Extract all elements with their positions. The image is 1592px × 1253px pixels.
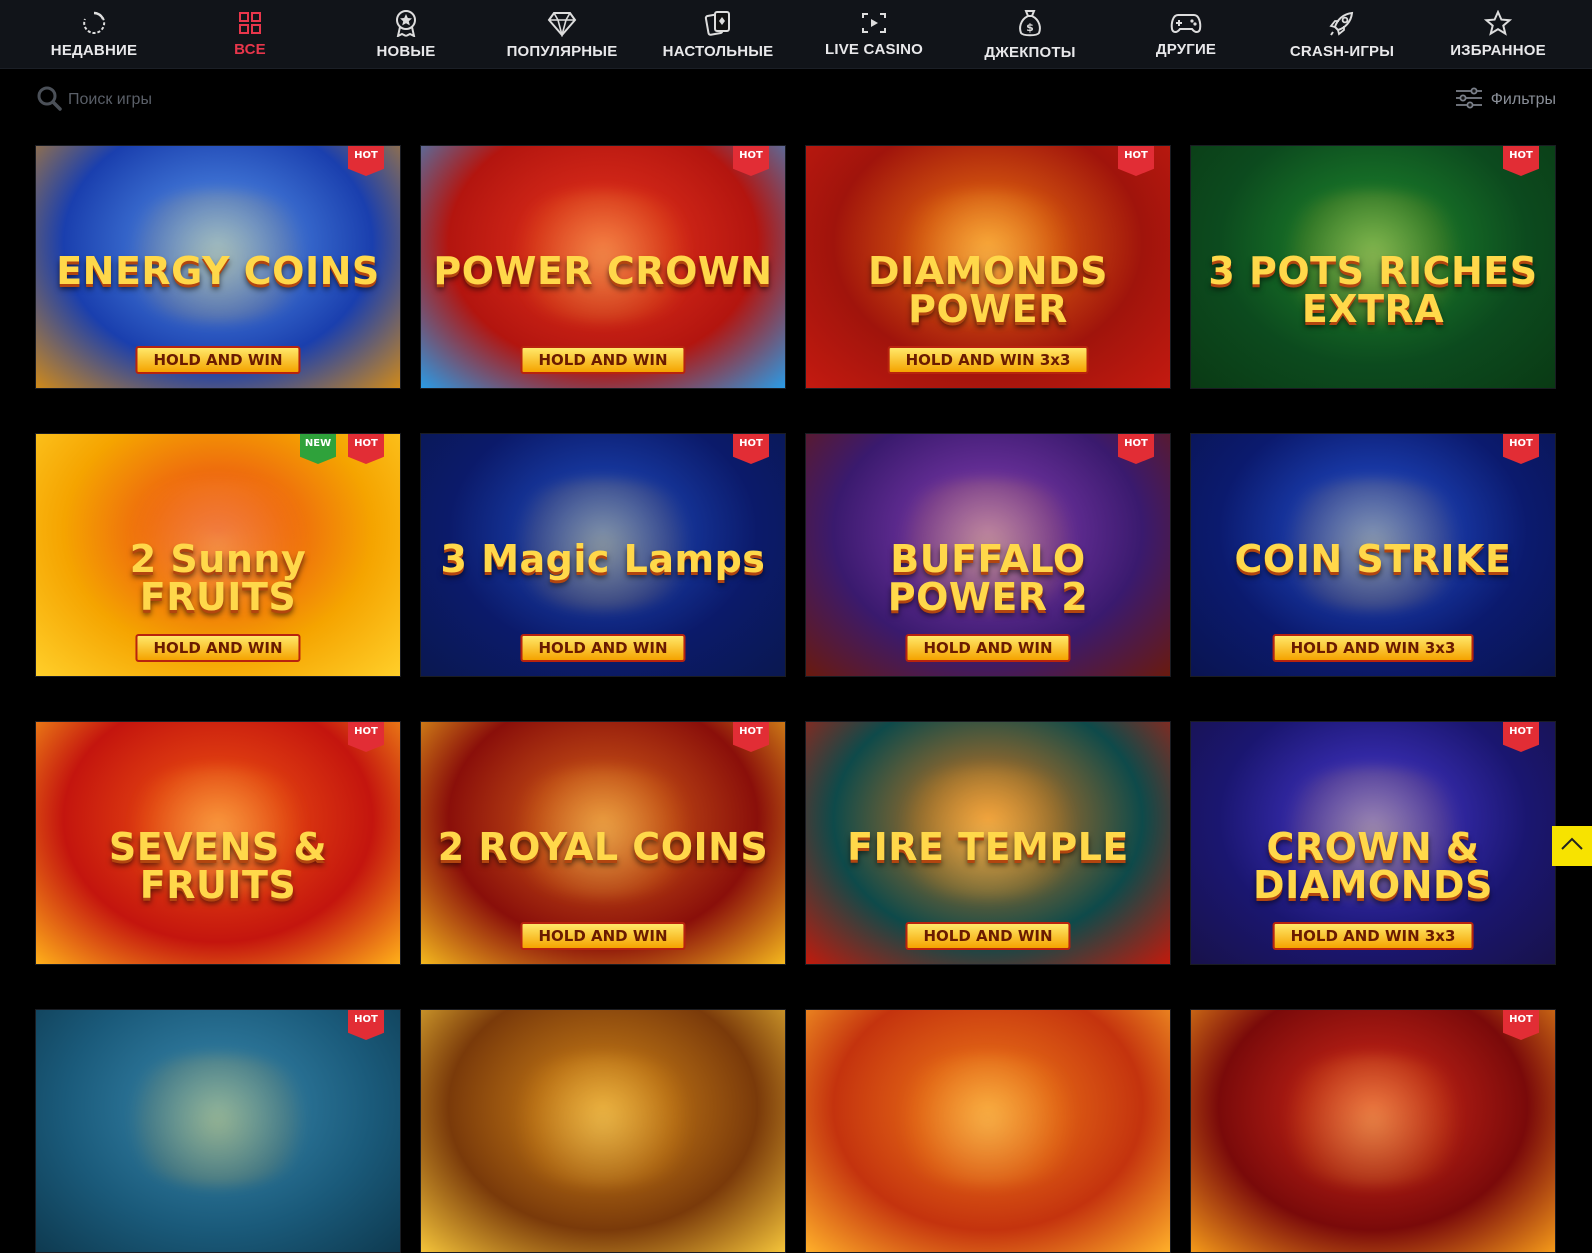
diamond-icon <box>547 9 577 37</box>
game-title: DIAMONDS POWER <box>868 249 1108 332</box>
recent-icon <box>81 10 107 36</box>
game-title: 3 Magic Lamps <box>440 537 766 582</box>
nav-tab-money-bag[interactable]: $ ДЖЕКПОТЫ <box>952 0 1108 68</box>
nav-tab-new-badge[interactable]: НОВЫЕ <box>328 0 484 68</box>
game-card[interactable]: 3 POTS RICHES EXTRA HOT <box>1190 145 1556 389</box>
live-video-icon <box>860 11 888 35</box>
filters-label: Фильтры <box>1490 91 1556 108</box>
nav-tab-label: ДЖЕКПОТЫ <box>984 43 1076 61</box>
game-card[interactable] <box>805 1009 1171 1253</box>
game-subtitle: HOLD AND WIN <box>905 634 1071 662</box>
nav-tab-label: ПОПУЛЯРНЫЕ <box>506 42 618 60</box>
gamepad-icon <box>1170 11 1202 35</box>
game-art <box>1263 1053 1483 1187</box>
scroll-top-button[interactable] <box>1552 826 1592 866</box>
game-card[interactable] <box>420 1009 786 1253</box>
game-card[interactable]: DIAMONDS POWER HOLD AND WIN 3x3 HOT <box>805 145 1171 389</box>
search-input[interactable] <box>68 91 368 109</box>
nav-tab-grid[interactable]: ВСЕ <box>172 0 328 68</box>
search-bar[interactable] <box>36 85 368 116</box>
nav-tab-diamond[interactable]: ПОПУЛЯРНЫЕ <box>484 0 640 68</box>
grid-icon <box>238 11 262 35</box>
game-subtitle: HOLD AND WIN 3x3 <box>887 346 1089 374</box>
game-card[interactable]: 2 Sunny FRUITS HOLD AND WIN NEW HOT <box>35 433 401 677</box>
nav-tab-label: ИЗБРАННОЕ <box>1450 41 1546 59</box>
nav-tab-label: ВСЕ <box>234 40 266 58</box>
nav-tab-cards[interactable]: НАСТОЛЬНЫЕ <box>640 0 796 68</box>
game-title: SEVENS & FRUITS <box>108 825 328 908</box>
game-title: COIN STRIKE <box>1234 537 1512 582</box>
star-icon <box>1484 9 1512 36</box>
nav-tab-star[interactable]: ИЗБРАННОЕ <box>1420 0 1576 68</box>
nav-tab-live-video[interactable]: LIVE CASINO <box>796 0 952 68</box>
game-subtitle: HOLD AND WIN <box>905 922 1071 950</box>
game-card[interactable]: 3 Magic Lamps HOLD AND WIN HOT <box>420 433 786 677</box>
nav-tab-label: LIVE CASINO <box>824 40 924 58</box>
game-title: BUFFALO POWER 2 <box>887 537 1089 620</box>
game-subtitle: HOLD AND WIN 3x3 <box>1272 922 1474 950</box>
game-art <box>493 1053 713 1187</box>
money-bag-icon: $ <box>1017 8 1043 38</box>
nav-tab-rocket[interactable]: CRASH-ИГРЫ <box>1264 0 1420 68</box>
new-badge-icon <box>393 9 419 37</box>
game-card[interactable]: SEVENS & FRUITS HOT <box>35 721 401 965</box>
game-card[interactable]: FIRE TEMPLE HOLD AND WIN <box>805 721 1171 965</box>
game-subtitle: HOLD AND WIN <box>520 346 686 374</box>
nav-tab-label: НОВЫЕ <box>376 42 436 60</box>
game-subtitle: HOLD AND WIN <box>135 346 301 374</box>
game-card[interactable]: ENERGY COINS HOLD AND WIN HOT <box>35 145 401 389</box>
game-card[interactable]: HOT <box>1190 1009 1556 1253</box>
game-card[interactable]: POWER CROWN HOLD AND WIN HOT <box>420 145 786 389</box>
game-subtitle: HOLD AND WIN 3x3 <box>1272 634 1474 662</box>
nav-tab-recent[interactable]: НЕДАВНИЕ <box>16 0 172 68</box>
game-card[interactable]: HOT <box>35 1009 401 1253</box>
nav-tab-gamepad[interactable]: ДРУГИЕ <box>1108 0 1264 68</box>
game-subtitle: HOLD AND WIN <box>135 634 301 662</box>
game-card[interactable]: CROWN & DIAMONDS HOLD AND WIN 3x3 HOT <box>1190 721 1556 965</box>
games-grid: ENERGY COINS HOLD AND WIN HOT POWER CROWN HO… <box>35 145 1557 1253</box>
game-card[interactable]: 2 ROYAL COINS HOLD AND WIN HOT <box>420 721 786 965</box>
game-title: 2 Sunny FRUITS <box>129 537 307 620</box>
game-title: 2 ROYAL COINS <box>437 825 769 870</box>
game-title: POWER CROWN <box>433 249 773 294</box>
category-nav: НЕДАВНИЕ ВСЕ НОВЫЕ ПОПУЛЯРНЫЕ НАСТОЛЬНЫЕ LIVE… <box>0 0 1592 69</box>
cards-icon <box>704 9 732 37</box>
nav-tab-label: CRASH-ИГРЫ <box>1289 42 1395 60</box>
game-title: 3 POTS RICHES EXTRA <box>1208 249 1538 332</box>
game-subtitle: HOLD AND WIN <box>520 634 686 662</box>
toolbar: Фильтры <box>36 80 1556 120</box>
sliders-icon <box>1455 87 1483 114</box>
game-card[interactable]: BUFFALO POWER 2 HOLD AND WIN HOT <box>805 433 1171 677</box>
chevron-up-icon <box>1560 837 1584 856</box>
game-art <box>878 1053 1098 1187</box>
rocket-icon <box>1328 9 1356 37</box>
svg-text:$: $ <box>1026 21 1034 34</box>
game-art <box>108 1053 328 1187</box>
game-subtitle: HOLD AND WIN <box>520 922 686 950</box>
filters-button[interactable]: Фильтры <box>1455 87 1556 114</box>
nav-tab-label: НЕДАВНИЕ <box>50 41 138 59</box>
game-card[interactable]: COIN STRIKE HOLD AND WIN 3x3 HOT <box>1190 433 1556 677</box>
search-icon <box>36 85 62 116</box>
nav-tab-label: ДРУГИЕ <box>1155 40 1217 58</box>
game-title: ENERGY COINS <box>56 249 380 294</box>
nav-tab-label: НАСТОЛЬНЫЕ <box>662 42 774 60</box>
game-title: FIRE TEMPLE <box>847 825 1129 870</box>
game-title: CROWN & DIAMONDS <box>1253 825 1493 908</box>
